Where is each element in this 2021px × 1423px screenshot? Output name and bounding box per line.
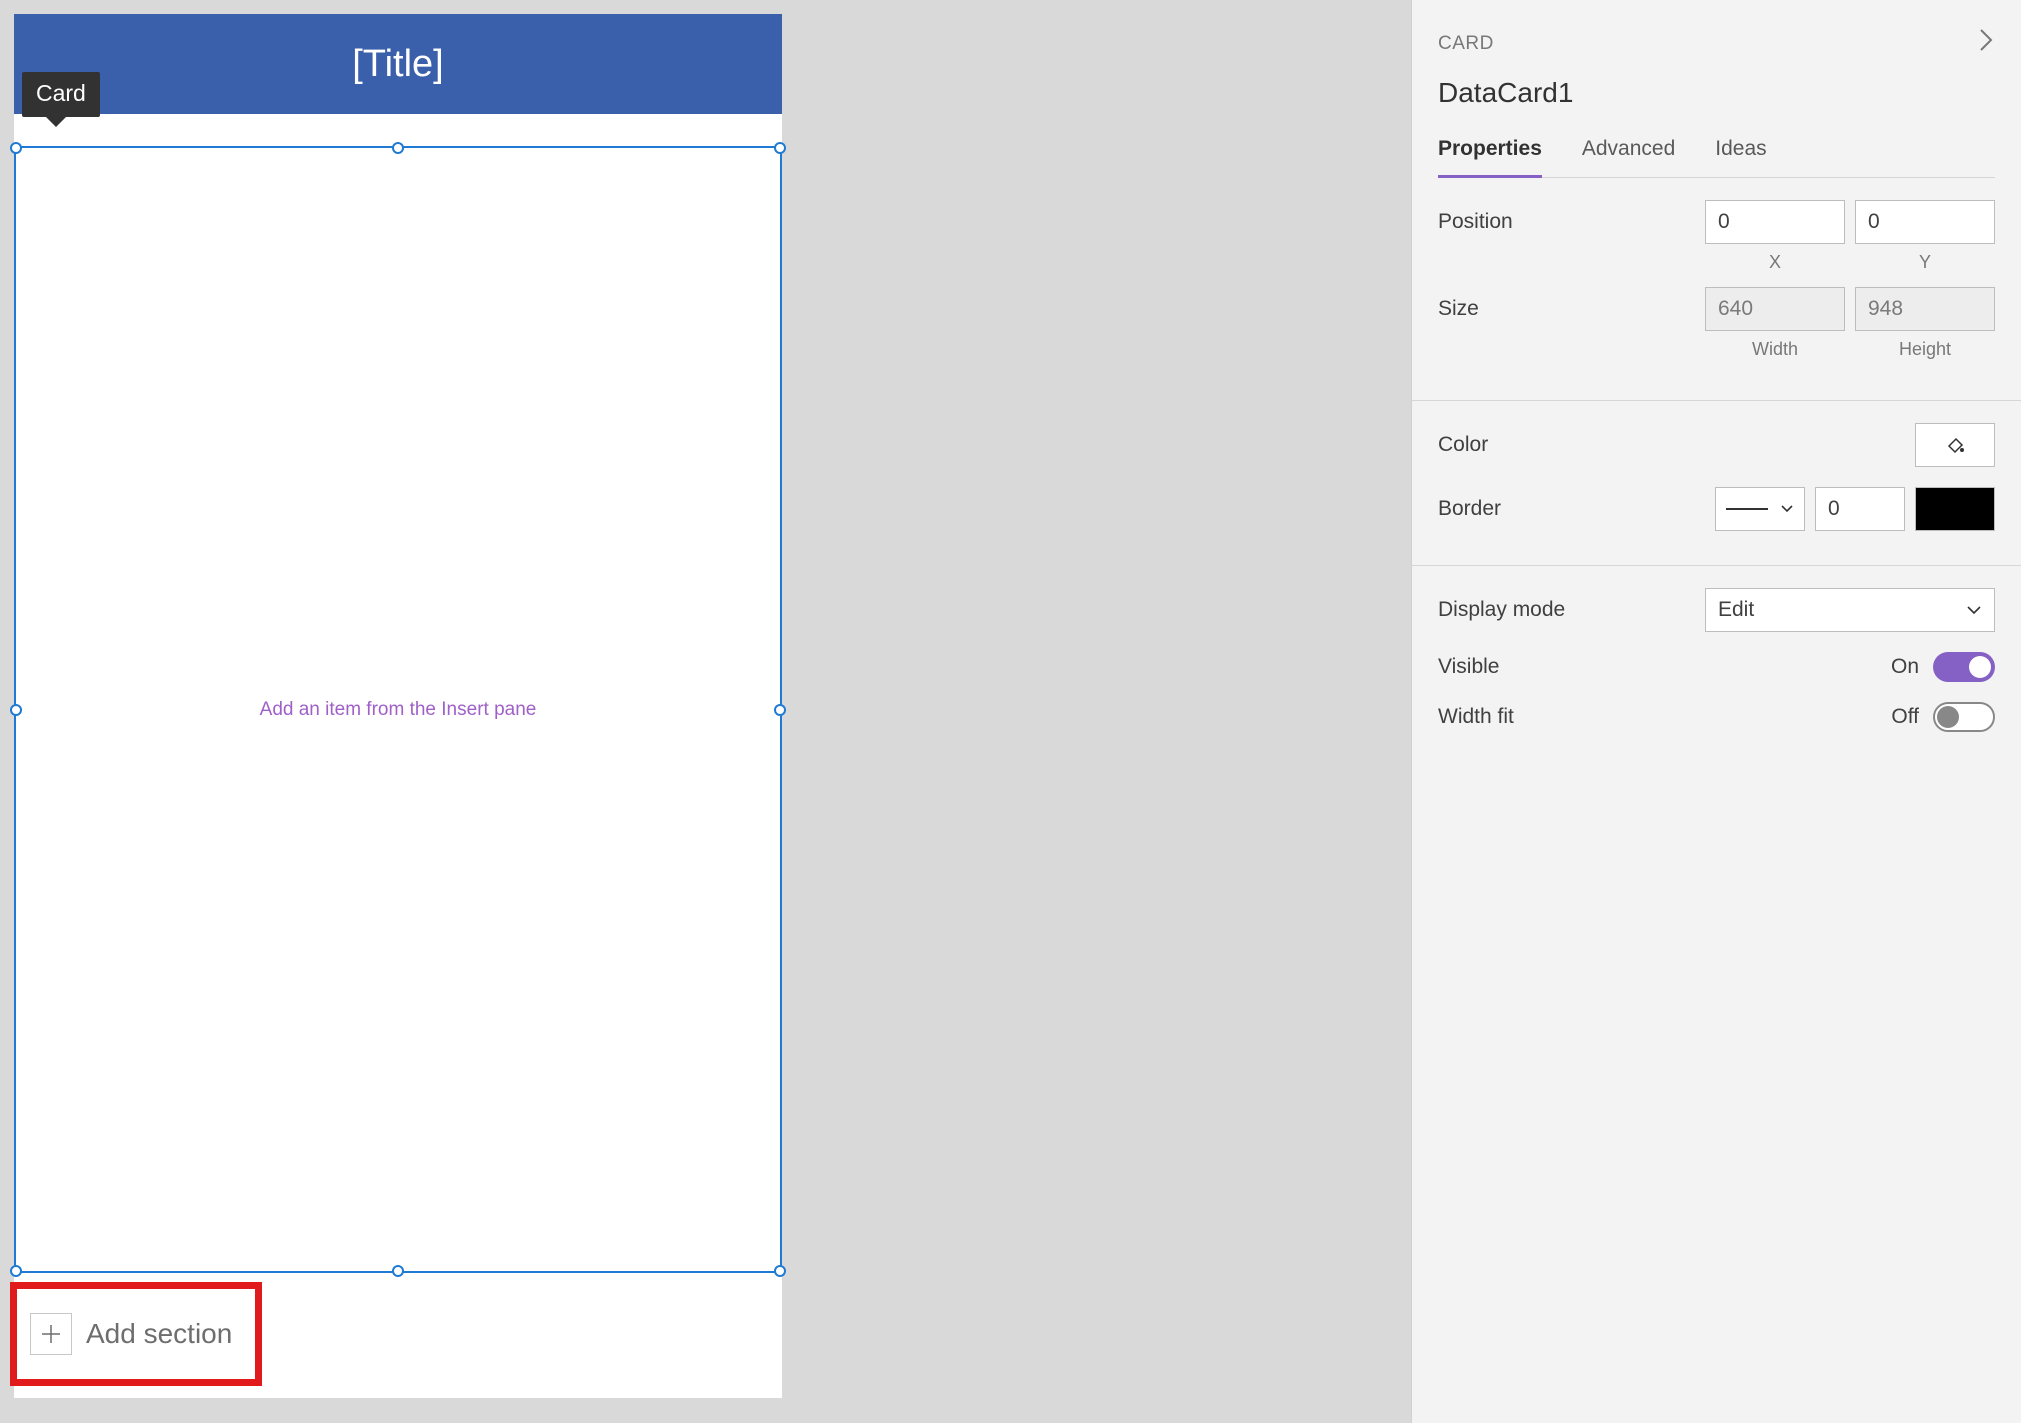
resize-handle-tl[interactable] bbox=[10, 142, 22, 154]
visible-toggle[interactable] bbox=[1933, 652, 1995, 682]
section-display: Display mode Edit Visible On Width fit O… bbox=[1412, 566, 2021, 766]
panel-tabs: Properties Advanced Ideas bbox=[1438, 137, 1995, 178]
plus-icon bbox=[30, 1313, 72, 1355]
size-height-input bbox=[1855, 287, 1995, 331]
width-fit-toggle[interactable] bbox=[1933, 702, 1995, 732]
resize-handle-mr[interactable] bbox=[774, 704, 786, 716]
chevron-down-icon bbox=[1780, 504, 1794, 514]
tab-advanced[interactable]: Advanced bbox=[1582, 137, 1675, 178]
visible-toggle-text: On bbox=[1891, 655, 1919, 679]
panel-breadcrumb: CARD bbox=[1438, 26, 1995, 61]
label-width-fit: Width fit bbox=[1438, 705, 1514, 729]
datacard-selection[interactable]: Add an item from the Insert pane bbox=[14, 146, 782, 1273]
breadcrumb-text: CARD bbox=[1438, 33, 1494, 55]
tooltip-text: Card bbox=[36, 80, 86, 106]
label-display-mode: Display mode bbox=[1438, 598, 1565, 622]
sublabel-x: X bbox=[1705, 252, 1845, 273]
resize-handle-ml[interactable] bbox=[10, 704, 22, 716]
selection-tooltip: Card bbox=[22, 72, 100, 117]
resize-handle-bl[interactable] bbox=[10, 1265, 22, 1277]
border-style-dropdown[interactable] bbox=[1715, 487, 1805, 531]
empty-hint-text: Add an item from the Insert pane bbox=[260, 699, 537, 721]
sublabel-height: Height bbox=[1855, 339, 1995, 360]
properties-panel: CARD DataCard1 Properties Advanced Ideas… bbox=[1411, 0, 2021, 1423]
display-mode-value: Edit bbox=[1718, 598, 1754, 622]
label-color: Color bbox=[1438, 433, 1488, 457]
sublabel-y: Y bbox=[1855, 252, 1995, 273]
panel-title: DataCard1 bbox=[1438, 77, 1995, 109]
border-color-swatch[interactable] bbox=[1915, 487, 1995, 531]
position-x-input[interactable] bbox=[1705, 200, 1845, 244]
display-mode-select[interactable]: Edit bbox=[1705, 588, 1995, 632]
resize-handle-br[interactable] bbox=[774, 1265, 786, 1277]
label-size: Size bbox=[1438, 297, 1479, 321]
card-header[interactable]: [Title] bbox=[14, 14, 782, 114]
card-title: [Title] bbox=[352, 43, 444, 86]
panel-header: CARD DataCard1 Properties Advanced Ideas bbox=[1412, 0, 2021, 178]
label-border: Border bbox=[1438, 497, 1501, 521]
add-section-button[interactable]: Add section bbox=[14, 1286, 782, 1382]
tab-properties[interactable]: Properties bbox=[1438, 137, 1542, 178]
design-canvas: [Title] Card Add an item from the Insert… bbox=[0, 0, 1368, 1423]
section-position-size: Position X Y Size Width Height bbox=[1412, 178, 2021, 401]
resize-handle-bm[interactable] bbox=[392, 1265, 404, 1277]
line-style-icon bbox=[1726, 508, 1768, 510]
label-position: Position bbox=[1438, 210, 1513, 234]
paint-bucket-icon bbox=[1944, 434, 1966, 456]
resize-handle-tm[interactable] bbox=[392, 142, 404, 154]
width-fit-toggle-text: Off bbox=[1891, 705, 1919, 729]
position-y-input[interactable] bbox=[1855, 200, 1995, 244]
label-visible: Visible bbox=[1438, 655, 1499, 679]
border-width-input[interactable] bbox=[1815, 487, 1905, 531]
tab-ideas[interactable]: Ideas bbox=[1715, 137, 1766, 178]
color-picker-button[interactable] bbox=[1915, 423, 1995, 467]
resize-handle-tr[interactable] bbox=[774, 142, 786, 154]
size-width-input bbox=[1705, 287, 1845, 331]
chevron-right-icon[interactable] bbox=[1977, 26, 1995, 61]
sublabel-width: Width bbox=[1705, 339, 1845, 360]
chevron-down-icon bbox=[1966, 604, 1982, 616]
add-section-label: Add section bbox=[86, 1318, 232, 1350]
section-color-border: Color Border bbox=[1412, 401, 2021, 566]
